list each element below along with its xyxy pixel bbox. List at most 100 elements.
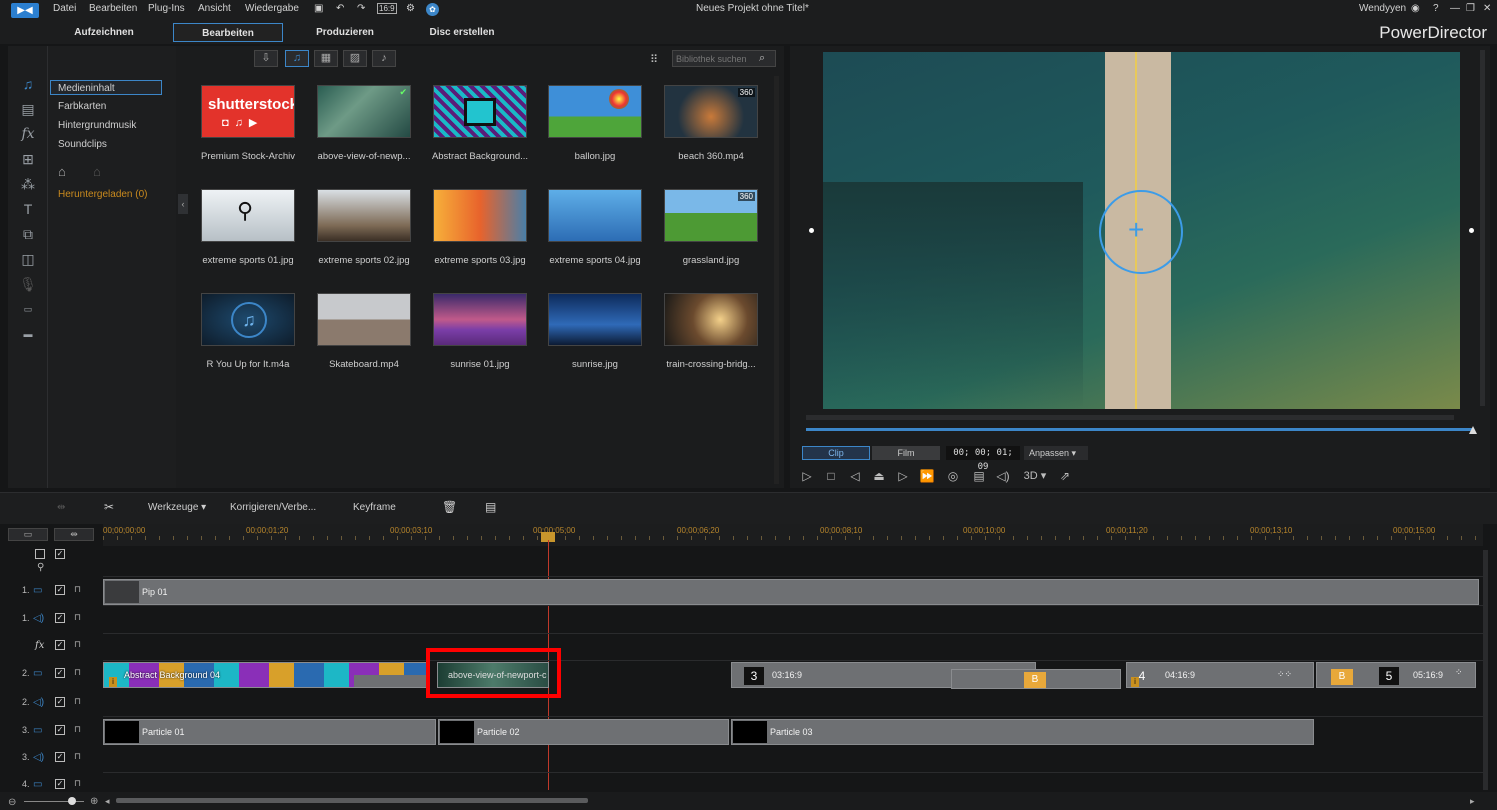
- media-thumb-grassland[interactable]: 360: [664, 189, 758, 242]
- track-checkbox[interactable]: ✓: [55, 585, 65, 595]
- zoom-in-icon[interactable]: ⊕: [90, 796, 98, 807]
- clip-b-segment[interactable]: B: [951, 669, 1121, 689]
- save-icon[interactable]: ▣: [314, 3, 323, 14]
- category-farbkarten[interactable]: Farbkarten: [58, 101, 106, 112]
- user-avatar-icon[interactable]: ◉: [1411, 3, 1420, 14]
- tab-disc-erstellen[interactable]: Disc erstellen: [417, 23, 507, 42]
- fix-enhance-button[interactable]: Korrigieren/Verbe...: [230, 502, 316, 513]
- lock-icon[interactable]: ⊓: [74, 724, 81, 735]
- close-icon[interactable]: ✕: [1483, 3, 1491, 14]
- lock-icon[interactable]: ⊓: [74, 639, 81, 650]
- split-scissors-icon[interactable]: ✂: [104, 500, 114, 514]
- media-thumb-train[interactable]: [664, 293, 758, 346]
- track-manager-icon[interactable]: ▭: [8, 528, 48, 541]
- preview-hscrollbar[interactable]: [806, 415, 1454, 420]
- clip-transition-4[interactable]: i 4 04:16:9 ⁘⁘: [1126, 662, 1314, 688]
- user-name[interactable]: Wendyyen: [1359, 3, 1406, 14]
- media-thumb-newport[interactable]: ✔: [317, 85, 411, 138]
- track-checkbox[interactable]: ✓: [55, 668, 65, 678]
- track-checkbox[interactable]: ✓: [55, 697, 65, 707]
- template-room-icon[interactable]: ▤: [19, 101, 37, 117]
- undock-icon[interactable]: ⇗: [1056, 469, 1074, 483]
- media-thumb-ballon[interactable]: [548, 85, 642, 138]
- mode-film-button[interactable]: Film: [872, 446, 940, 460]
- clip-abstract-background[interactable]: Abstract Background 04 i: [103, 662, 428, 688]
- media-thumb-beach360[interactable]: 360: [664, 85, 758, 138]
- media-thumb-sunrise[interactable]: [548, 293, 642, 346]
- track-checkbox[interactable]: ✓: [55, 752, 65, 762]
- remove-tag-icon[interactable]: ⌂: [93, 164, 101, 179]
- category-hintergrundmusik[interactable]: Hintergrundmusik: [58, 120, 136, 131]
- resize-handle[interactable]: [1469, 228, 1474, 233]
- pip-room-icon[interactable]: ⊞: [19, 151, 37, 167]
- track-checkbox[interactable]: ✓: [55, 725, 65, 735]
- clip-particle-03[interactable]: Particle 03: [731, 719, 1314, 745]
- fast-forward-icon[interactable]: ⏩: [918, 469, 936, 483]
- media-room-icon[interactable]: ♫: [19, 76, 37, 92]
- fit-dropdown[interactable]: Anpassen ▾: [1024, 446, 1088, 460]
- subtitle-room-icon[interactable]: ▬: [19, 326, 37, 342]
- scroll-right-icon[interactable]: ▸: [1470, 796, 1475, 807]
- menu-plugins[interactable]: Plug-Ins: [148, 3, 185, 14]
- resize-handle[interactable]: [809, 228, 814, 233]
- settings-gear-icon[interactable]: ⚙: [406, 3, 415, 14]
- play-icon[interactable]: ▷: [798, 469, 816, 483]
- preview-vscrollbar[interactable]: [1480, 50, 1485, 406]
- keyframe-button[interactable]: Keyframe: [353, 502, 396, 513]
- media-thumb-skateboard[interactable]: [317, 293, 411, 346]
- media-thumb-shutterstock[interactable]: shutterstock ◘♫▶: [201, 85, 295, 138]
- undo-icon[interactable]: ↶: [336, 3, 344, 14]
- lock-icon[interactable]: ⊓: [74, 751, 81, 762]
- clip-particle-01[interactable]: Particle 01: [103, 719, 436, 745]
- mode-clip-button[interactable]: Clip: [802, 446, 870, 460]
- aspect-ratio-icon[interactable]: 16:9: [377, 3, 397, 14]
- zoom-slider-handle[interactable]: [68, 797, 76, 805]
- category-soundclips[interactable]: Soundclips: [58, 139, 107, 150]
- menu-datei[interactable]: Datei: [53, 3, 76, 14]
- help-icon[interactable]: ?: [1433, 3, 1439, 14]
- subtitle-icon[interactable]: ▤: [970, 469, 988, 483]
- media-thumb-sunrise01[interactable]: [433, 293, 527, 346]
- grid-view-icon[interactable]: ⠿: [650, 53, 658, 66]
- lock-icon[interactable]: ⊓: [74, 667, 81, 678]
- timeline-vscrollbar[interactable]: [1483, 550, 1488, 790]
- particle-room-icon[interactable]: ⁂: [19, 176, 37, 192]
- filter-image-icon[interactable]: ▨: [343, 50, 367, 67]
- track-checkbox[interactable]: ✓: [55, 640, 65, 650]
- zoom-out-icon[interactable]: ⊖: [8, 797, 16, 808]
- category-downloaded[interactable]: Heruntergeladen (0): [58, 189, 148, 200]
- media-thumb-abstract[interactable]: [433, 85, 527, 138]
- filter-audio-icon[interactable]: ♪: [372, 50, 396, 67]
- menu-bearbeiten[interactable]: Bearbeiten: [89, 3, 137, 14]
- minimize-icon[interactable]: —: [1450, 3, 1460, 14]
- timecode-display[interactable]: 00; 00; 01; 09: [946, 446, 1020, 472]
- import-media-icon[interactable]: ⇩: [254, 50, 278, 67]
- notification-icon[interactable]: ✿: [426, 3, 439, 16]
- fx-room-icon[interactable]: fx: [19, 126, 37, 142]
- next-frame-icon[interactable]: ▷: [894, 469, 912, 483]
- split-icon[interactable]: ⏏: [870, 469, 888, 483]
- add-tag-icon[interactable]: ⌂: [58, 164, 66, 179]
- media-thumb-extreme04[interactable]: [548, 189, 642, 242]
- tab-produzieren[interactable]: Produzieren: [300, 23, 390, 42]
- collapse-panel-icon[interactable]: ‹: [178, 194, 188, 214]
- title-room-icon[interactable]: T: [19, 201, 37, 217]
- scroll-left-icon[interactable]: ◂: [105, 796, 110, 807]
- lock-icon[interactable]: ⊓: [74, 778, 81, 789]
- tab-bearbeiten[interactable]: Bearbeiten: [173, 23, 283, 42]
- track-checkbox[interactable]: ✓: [55, 779, 65, 789]
- previous-frame-icon[interactable]: ◁: [846, 469, 864, 483]
- category-medieninhalt[interactable]: Medieninhalt: [58, 83, 115, 94]
- delete-icon[interactable]: 🗑: [442, 500, 457, 514]
- three-d-button[interactable]: 3D ▾: [1020, 469, 1050, 483]
- search-icon[interactable]: ⌕: [759, 52, 765, 65]
- tab-aufzeichnen[interactable]: Aufzeichnen: [60, 23, 148, 42]
- clip-transition-5[interactable]: B 5 05:16:9 ⁘: [1316, 662, 1476, 688]
- voice-record-icon[interactable]: 🎙: [19, 276, 37, 292]
- multi-trim-icon[interactable]: ⇹: [57, 502, 65, 513]
- timeline-hscrollbar[interactable]: [116, 798, 588, 803]
- media-thumb-extreme02[interactable]: [317, 189, 411, 242]
- stop-icon[interactable]: □: [822, 469, 840, 483]
- preview-seek-bar[interactable]: [806, 428, 1474, 431]
- fit-timeline-icon[interactable]: ⇹: [54, 528, 94, 541]
